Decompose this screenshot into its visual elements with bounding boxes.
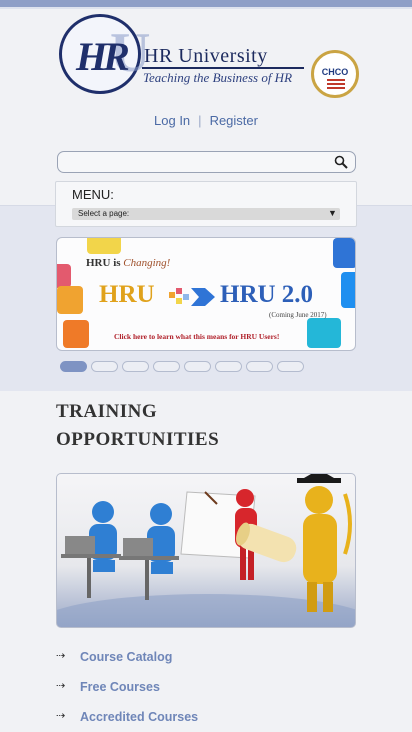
list-item: ⇢ Course Catalog (56, 648, 356, 668)
menu-panel: MENU: Select a page: ▼ (55, 181, 357, 227)
seal-label: CHCO (321, 67, 349, 77)
accredited-courses-link[interactable]: Accredited Courses (80, 710, 198, 724)
arrow-bullet-icon: ⇢ (56, 680, 66, 692)
brand-tagline: Teaching the Business of HR (143, 70, 293, 85)
flag-icon (327, 79, 345, 89)
cube-graphic (307, 318, 341, 348)
logo-letters: HR (76, 34, 130, 79)
carousel-dot[interactable] (246, 361, 273, 372)
search-icon[interactable] (333, 154, 349, 170)
section-title: TRAINING OPPORTUNITIES (56, 398, 219, 454)
hru-2-banner[interactable]: HRU is Changing! HRU HRU 2.0 (Coming Jun… (56, 237, 356, 351)
banner-hru2-logo: HRU 2.0 (220, 281, 314, 308)
arrow-right-icon (169, 288, 215, 306)
page-select[interactable]: Select a page: ▼ (72, 208, 340, 220)
page-select-value: Select a page: (78, 209, 130, 218)
free-courses-link[interactable]: Free Courses (80, 680, 160, 694)
logo-emblem: U HR (59, 14, 150, 94)
cube-graphic (63, 320, 89, 348)
course-catalog-link[interactable]: Course Catalog (80, 650, 172, 664)
banner-cta[interactable]: Click here to learn what this means for … (114, 332, 279, 341)
top-divider (0, 7, 412, 9)
chco-seal-icon: CHCO (311, 50, 359, 98)
hr-university-logo[interactable]: U HR HR University Teaching the Business… (56, 12, 359, 98)
cube-graphic (87, 238, 121, 254)
brand-divider (142, 67, 304, 69)
auth-links: Log In | Register (0, 113, 412, 128)
menu-label: MENU: (72, 187, 114, 202)
cube-graphic (341, 272, 355, 308)
carousel-dot[interactable] (91, 361, 118, 372)
cube-graphic (333, 238, 355, 268)
carousel-dot[interactable] (153, 361, 180, 372)
arrow-bullet-icon: ⇢ (56, 710, 66, 722)
carousel-dot[interactable] (122, 361, 149, 372)
banner-headline: HRU is Changing! (86, 257, 171, 269)
carousel-dot[interactable] (277, 361, 304, 372)
section-title-line1: TRAINING (56, 401, 158, 422)
carousel-dot[interactable] (60, 361, 87, 372)
dropdown-arrow-icon: ▼ (328, 208, 337, 218)
carousel-dot[interactable] (184, 361, 211, 372)
section-title-line2: OPPORTUNITIES (56, 429, 220, 450)
carousel-dot[interactable] (215, 361, 242, 372)
brand-name: HR University (144, 45, 268, 67)
search-input[interactable] (66, 154, 326, 170)
register-link[interactable]: Register (210, 113, 258, 128)
banner-coming-date: (Coming June 2017) (269, 311, 327, 319)
banner-hru-logo: HRU (99, 281, 155, 308)
arrow-bullet-icon: ⇢ (56, 650, 66, 662)
cube-graphic (57, 286, 83, 314)
classroom-graduate-image (57, 474, 355, 627)
training-illustration (56, 473, 356, 628)
list-item: ⇢ Free Courses (56, 678, 356, 698)
top-accent-bar (0, 0, 412, 7)
search-bar (57, 151, 356, 173)
list-item: ⇢ Accredited Courses (56, 708, 356, 728)
auth-separator: | (198, 113, 202, 128)
cube-graphic (57, 264, 71, 288)
login-link[interactable]: Log In (154, 113, 190, 128)
